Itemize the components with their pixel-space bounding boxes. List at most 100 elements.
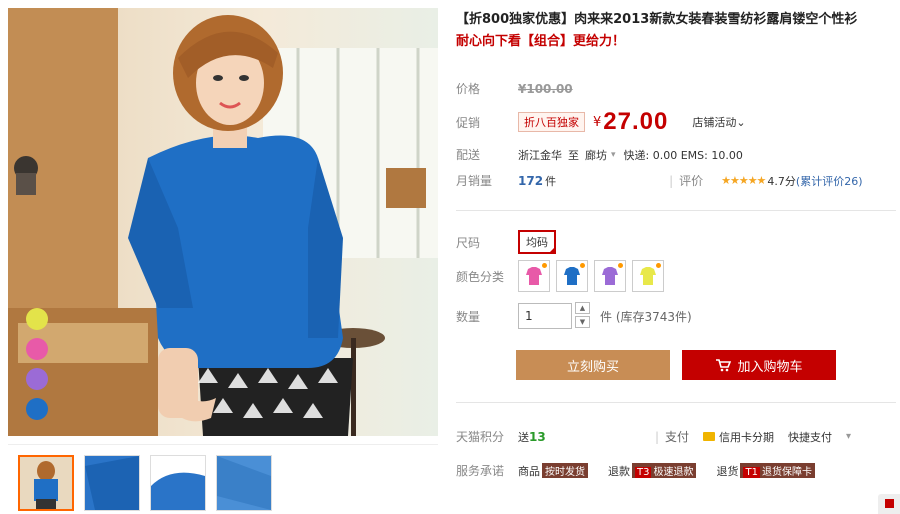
shirt-icon: [526, 267, 542, 285]
divider: [456, 402, 896, 403]
rating-stars: ★★★★★: [721, 174, 766, 187]
refund-level: T3: [635, 467, 652, 478]
promo-row: 促销 折八百独家 ¥ 27.00 店铺活动⌄: [456, 108, 746, 136]
credit-card-icon: [703, 432, 716, 441]
divider-bar: |: [655, 429, 660, 444]
hot-mark-icon: [656, 263, 661, 268]
product-title: 【折800独家优惠】肉来来2013新款女装春装雪纺衫露肩镂空个性衫: [456, 12, 858, 27]
color-dot-purple[interactable]: [26, 368, 48, 390]
quantity-down-button[interactable]: ▼: [575, 316, 590, 328]
add-to-cart-button[interactable]: 加入购物车: [682, 350, 836, 380]
color-option-yellow[interactable]: [632, 260, 664, 292]
divider: [456, 210, 896, 211]
buy-now-button[interactable]: 立刻购买: [516, 350, 670, 380]
add-to-cart-label: 加入购物车: [737, 359, 803, 375]
fast-refund-badge[interactable]: T3 极速退款: [632, 463, 697, 478]
currency-symbol: ¥: [593, 114, 602, 130]
shirt-icon: [602, 267, 618, 285]
size-row: 尺码 均码: [456, 230, 556, 254]
thumbnail-image: [85, 456, 139, 510]
size-option[interactable]: 均码: [518, 230, 556, 254]
thumbnail-3[interactable]: [150, 455, 206, 511]
shirt-icon: [564, 267, 580, 285]
promo-label: 促销: [456, 115, 481, 130]
service-row: 服务承诺 商品 按时发货 退款 T3 极速退款 退货 T1 退货保障卡: [456, 462, 815, 479]
promo-price: 27.00: [603, 108, 669, 135]
quantity-input[interactable]: [518, 303, 572, 329]
service-return: 退货: [716, 464, 739, 478]
sales-label: 月销量: [456, 174, 493, 188]
quantity-label: 数量: [456, 309, 481, 324]
color-dot-list: [26, 308, 48, 428]
product-gallery: [8, 8, 438, 513]
thumbnail-image: [20, 457, 72, 509]
price-row: 价格 ¥100.00: [456, 80, 573, 97]
service-goods: 商品: [518, 464, 540, 478]
service-label: 服务承诺: [456, 464, 505, 478]
hot-mark-icon: [580, 263, 585, 268]
on-time-ship-badge[interactable]: 按时发货: [542, 463, 588, 478]
color-dot-yellow[interactable]: [26, 308, 48, 330]
chevron-down-icon[interactable]: ▾: [611, 150, 616, 160]
color-dot-blue[interactable]: [26, 398, 48, 420]
sales-row: 月销量 172 件 | 评价 ★★★★★ 4.7分 (累计评价26): [456, 172, 863, 189]
main-product-image[interactable]: [8, 8, 438, 436]
thumbnail-image: [217, 456, 271, 510]
quick-pay[interactable]: 快捷支付: [788, 429, 832, 445]
shipping-label: 配送: [456, 148, 481, 162]
return-guarantee-badge[interactable]: T1 退货保障卡: [740, 463, 815, 478]
return-guarantee-label: 退货保障卡: [761, 467, 812, 478]
shipping-fees: 快递: 0.00 EMS: 10.00: [623, 148, 743, 162]
points-value: 13: [529, 429, 546, 444]
sales-count: 172: [518, 173, 544, 188]
stock-info: 件 (库存3743件): [600, 309, 692, 324]
hot-mark-icon: [542, 263, 547, 268]
thumbnail-image: [151, 456, 205, 510]
service-refund: 退款: [608, 464, 630, 478]
color-option-pink[interactable]: [518, 260, 550, 292]
shipping-row: 配送 浙江金华 至 廊坊 ▾ 快递: 0.00 EMS: 10.00: [456, 146, 743, 163]
divider-bar: |: [669, 173, 674, 188]
selected-check-icon: [548, 246, 556, 254]
chevron-down-icon[interactable]: ▾: [846, 431, 851, 442]
fast-refund-label: 极速退款: [653, 467, 694, 478]
rating-label: 评价: [679, 174, 704, 188]
thumbnail-4[interactable]: [216, 455, 272, 511]
sales-unit: 件: [545, 174, 557, 188]
product-photo: [8, 8, 438, 436]
size-label: 尺码: [456, 235, 481, 250]
product-info: 【折800独家优惠】肉来来2013新款女装春装雪纺衫露肩镂空个性衫 耐心向下看【…: [456, 10, 896, 478]
hot-mark-icon: [618, 263, 623, 268]
thumbnail-strip: [8, 444, 438, 512]
cart-icon: [716, 359, 732, 372]
ship-from: 浙江金华: [518, 148, 562, 162]
floating-widget[interactable]: [878, 494, 900, 514]
promo-badge: 折八百独家: [518, 112, 585, 132]
review-count-link[interactable]: (累计评价26): [796, 173, 863, 189]
shirt-icon: [640, 267, 656, 285]
points-send: 送: [518, 430, 529, 444]
shop-activity-dropdown[interactable]: 店铺活动⌄: [692, 114, 745, 130]
quantity-stepper: ▲ ▼: [575, 302, 590, 330]
rating-score: 4.7分: [767, 174, 796, 188]
return-level: T1: [743, 467, 760, 478]
color-label: 颜色分类: [456, 269, 505, 284]
thumbnail-2[interactable]: [84, 455, 140, 511]
quantity-up-button[interactable]: ▲: [575, 302, 590, 314]
ship-to-select[interactable]: 廊坊: [585, 147, 607, 163]
original-price: ¥100.00: [518, 81, 573, 96]
color-dot-pink[interactable]: [26, 338, 48, 360]
product-page: 【折800独家优惠】肉来来2013新款女装春装雪纺衫露肩镂空个性衫 耐心向下看【…: [0, 0, 900, 514]
color-option-purple[interactable]: [594, 260, 626, 292]
credit-installment[interactable]: 信用卡分期: [719, 429, 774, 445]
ship-to-word: 至: [568, 148, 579, 162]
size-option-label: 均码: [526, 236, 548, 249]
thumbnail-1[interactable]: [18, 455, 74, 511]
color-row: 颜色分类: [456, 260, 670, 292]
points-label: 天猫积分: [456, 430, 505, 444]
product-subtitle: 耐心向下看【组合】更给力！: [456, 34, 626, 49]
price-label: 价格: [456, 82, 481, 96]
points-row: 天猫积分 送 13 | 支付 信用卡分期 快捷支付 ▾: [456, 428, 851, 445]
color-option-blue[interactable]: [556, 260, 588, 292]
quantity-row: 数量 ▲ ▼ 件 (库存3743件): [456, 302, 692, 330]
